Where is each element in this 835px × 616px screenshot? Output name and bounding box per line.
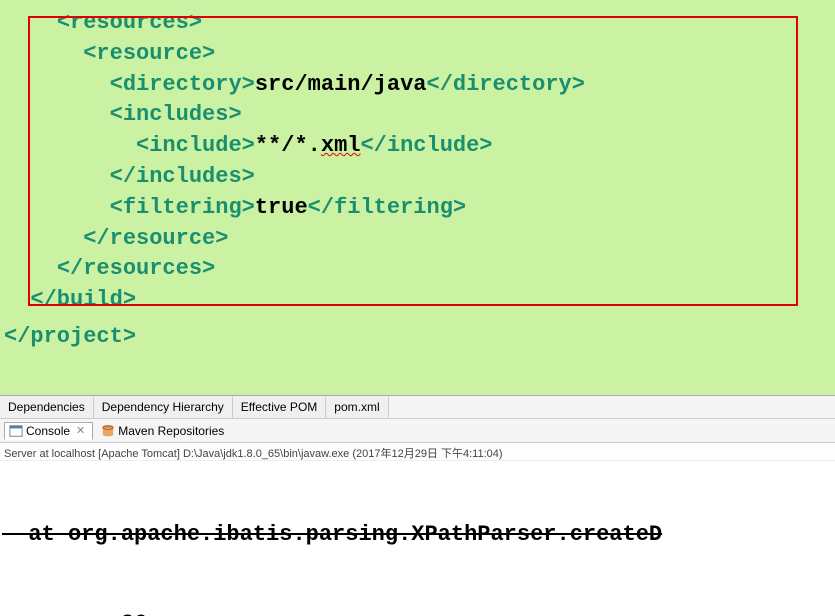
pom-editor-tabs: Dependencies Dependency Hierarchy Effect…	[0, 395, 835, 419]
highlight-box	[28, 16, 798, 306]
console-icon	[9, 424, 23, 438]
view-maven-repositories[interactable]: Maven Repositories	[97, 423, 228, 439]
maven-repo-icon	[101, 424, 115, 438]
console-process-status: Server at localhost [Apache Tomcat] D:\J…	[0, 443, 835, 461]
bottom-views-tabbar: Console ✕ Maven Repositories	[0, 419, 835, 443]
tab-dependencies[interactable]: Dependencies	[0, 396, 94, 418]
view-maven-repos-label: Maven Repositories	[118, 424, 224, 438]
view-console[interactable]: Console ✕	[4, 422, 93, 440]
console-output[interactable]: at org.apache.ibatis.parsing.XPathParser…	[0, 461, 835, 616]
console-line: at org.apache.ibatis.parsing.XPathParser…	[2, 520, 833, 550]
tab-effective-pom[interactable]: Effective POM	[233, 396, 326, 418]
pom-xml-editor[interactable]: <resources> <resource> <directory>src/ma…	[0, 0, 835, 395]
tab-dependency-hierarchy[interactable]: Dependency Hierarchy	[94, 396, 233, 418]
tab-pom-xml[interactable]: pom.xml	[326, 396, 388, 418]
close-icon[interactable]: ✕	[73, 424, 88, 437]
console-line: ... 36 more	[2, 609, 833, 616]
view-console-label: Console	[26, 424, 70, 438]
